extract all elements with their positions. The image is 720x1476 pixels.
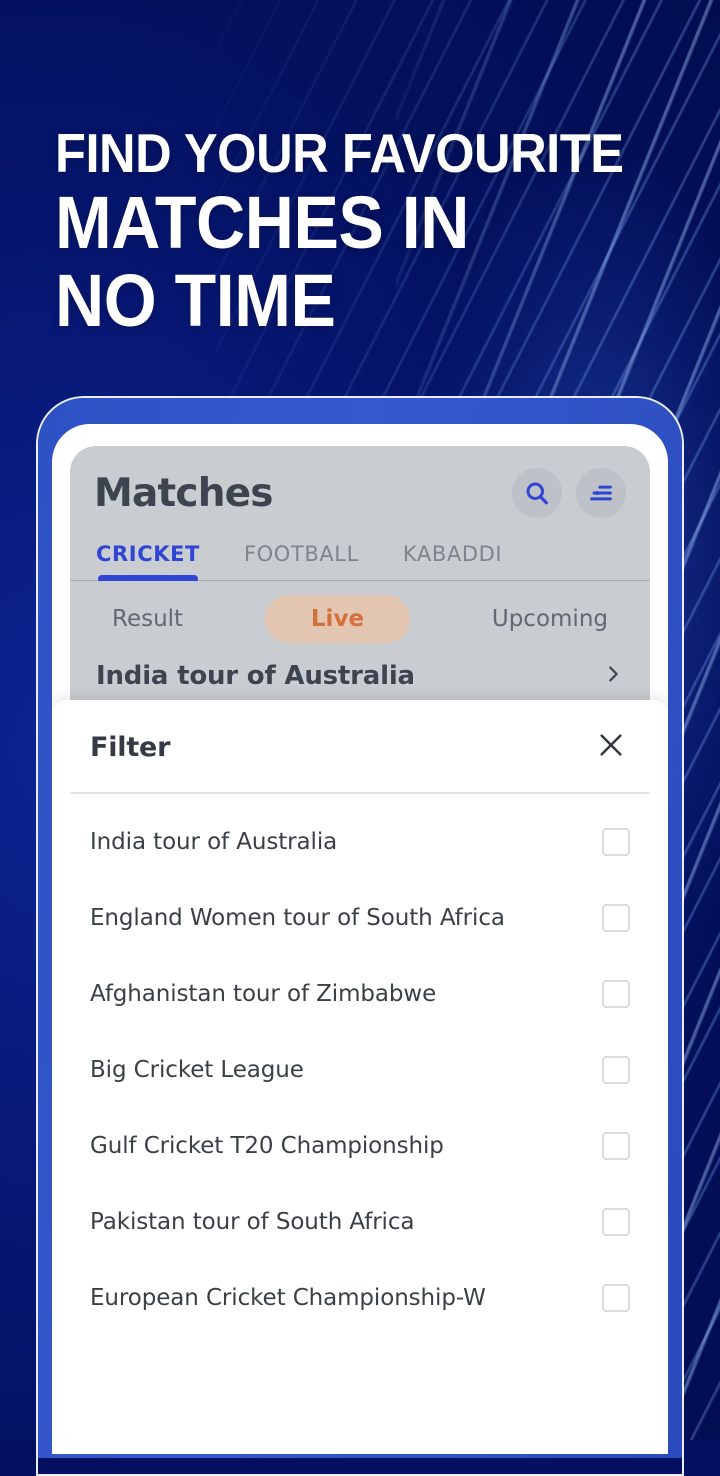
page-title: Matches bbox=[94, 470, 274, 516]
filter-option-checkbox[interactable] bbox=[602, 979, 630, 1008]
search-button[interactable] bbox=[512, 468, 562, 518]
filter-option-label: England Women tour of South Africa bbox=[90, 904, 505, 931]
headline-line-3: NO TIME bbox=[55, 259, 336, 342]
filter-option-checkbox[interactable] bbox=[602, 903, 630, 932]
tab-kabaddi[interactable]: KABADDI bbox=[403, 542, 502, 580]
filter-sheet-title: Filter bbox=[90, 731, 171, 763]
phone-screen: Matches CRICKET FOOTBALL KABADDI Result … bbox=[52, 424, 668, 1454]
segment-upcoming[interactable]: Upcoming bbox=[492, 606, 608, 632]
list-item[interactable]: European Cricket Championship-W bbox=[90, 1260, 630, 1336]
list-item[interactable]: Afghanistan tour of Zimbabwe bbox=[90, 956, 630, 1032]
header-actions bbox=[512, 468, 626, 518]
filter-option-checkbox[interactable] bbox=[602, 1131, 630, 1160]
filter-option-checkbox[interactable] bbox=[602, 1283, 630, 1312]
match-series-row[interactable]: India tour of Australia bbox=[70, 657, 650, 691]
tab-football[interactable]: FOOTBALL bbox=[244, 542, 359, 580]
filter-sheet-header: Filter bbox=[52, 700, 668, 766]
sport-tabs: CRICKET FOOTBALL KABADDI bbox=[70, 518, 650, 581]
search-icon bbox=[523, 479, 551, 507]
chevron-right-icon bbox=[602, 663, 624, 690]
filter-option-label: Afghanistan tour of Zimbabwe bbox=[90, 980, 437, 1007]
segment-live[interactable]: Live bbox=[264, 595, 411, 643]
list-item[interactable]: Pakistan tour of South Africa bbox=[90, 1184, 630, 1260]
filter-option-checkbox[interactable] bbox=[602, 1207, 630, 1236]
headline-line-1: FIND YOUR FAVOURITE bbox=[55, 122, 624, 184]
list-item[interactable]: India tour of Australia bbox=[90, 804, 630, 880]
filter-option-label: India tour of Australia bbox=[90, 828, 338, 855]
filter-option-checkbox[interactable] bbox=[602, 827, 630, 856]
segment-result[interactable]: Result bbox=[112, 606, 183, 632]
filter-option-checkbox[interactable] bbox=[602, 1055, 630, 1084]
filter-bottom-sheet: Filter India tour of Australia England W… bbox=[52, 700, 668, 1454]
list-item[interactable]: Big Cricket League bbox=[90, 1032, 630, 1108]
filter-option-label: Big Cricket League bbox=[90, 1056, 304, 1083]
filter-option-label: European Cricket Championship-W bbox=[90, 1284, 486, 1311]
filter-option-label: Pakistan tour of South Africa bbox=[90, 1208, 415, 1235]
promo-headline: FIND YOUR FAVOURITE MATCHES IN NO TIME bbox=[55, 122, 675, 341]
list-item[interactable]: England Women tour of South Africa bbox=[90, 880, 630, 956]
status-segments: Result Live Upcoming bbox=[70, 581, 650, 657]
filter-options-list: India tour of Australia England Women to… bbox=[52, 794, 668, 1336]
tab-cricket[interactable]: CRICKET bbox=[96, 542, 200, 581]
headline-line-2: MATCHES IN bbox=[55, 181, 469, 264]
filter-icon bbox=[587, 479, 615, 507]
app-header: Matches bbox=[70, 446, 650, 518]
close-filter-button[interactable] bbox=[592, 728, 630, 766]
filter-button[interactable] bbox=[576, 468, 626, 518]
close-icon bbox=[595, 729, 627, 766]
list-item[interactable]: Gulf Cricket T20 Championship bbox=[90, 1108, 630, 1184]
filter-option-label: Gulf Cricket T20 Championship bbox=[90, 1132, 444, 1159]
match-series-title: India tour of Australia bbox=[96, 661, 415, 691]
